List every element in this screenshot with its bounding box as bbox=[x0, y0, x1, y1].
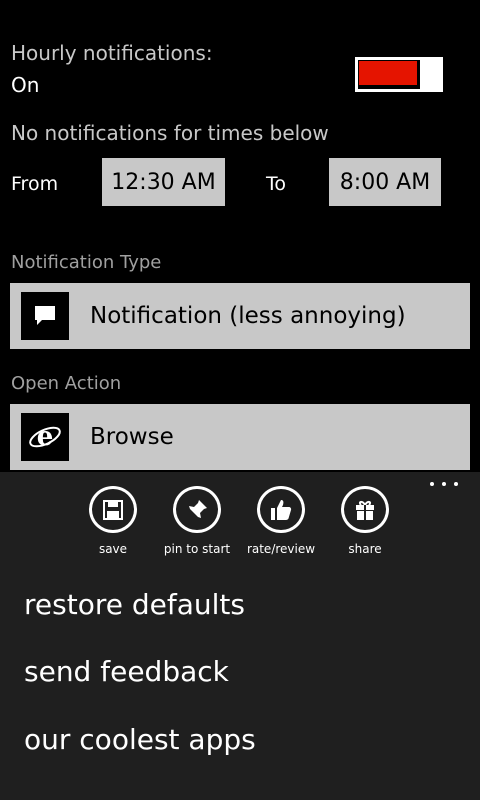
from-label: From bbox=[11, 173, 59, 195]
pin-to-start-button[interactable]: pin to start bbox=[152, 486, 242, 556]
pin-to-start-label: pin to start bbox=[163, 542, 231, 556]
menu-item-send-feedback[interactable]: send feedback bbox=[24, 655, 229, 688]
rate-review-button[interactable]: rate/review bbox=[236, 486, 326, 556]
notification-type-value: Notification (less annoying) bbox=[90, 303, 406, 329]
svg-text:e: e bbox=[37, 422, 54, 452]
to-time-picker[interactable]: 8:00 AM bbox=[329, 158, 441, 206]
toggle-fill bbox=[359, 61, 417, 85]
toggle-thumb[interactable] bbox=[423, 57, 443, 92]
hourly-notifications-value: On bbox=[11, 73, 40, 97]
notification-type-heading: Notification Type bbox=[11, 252, 162, 273]
save-label: save bbox=[98, 542, 128, 556]
speech-bubble-icon bbox=[21, 292, 69, 340]
hourly-notifications-toggle[interactable] bbox=[355, 57, 445, 92]
save-icon bbox=[89, 486, 137, 533]
thumbs-up-icon bbox=[257, 486, 305, 533]
open-action-heading: Open Action bbox=[11, 373, 122, 394]
hourly-notifications-label: Hourly notifications: bbox=[11, 41, 213, 65]
save-button[interactable]: save bbox=[68, 486, 158, 556]
ellipsis-dot bbox=[454, 482, 458, 486]
rate-review-label: rate/review bbox=[246, 542, 316, 556]
share-label: share bbox=[348, 542, 382, 556]
notification-type-picker[interactable]: Notification (less annoying) bbox=[10, 283, 470, 349]
open-action-value: Browse bbox=[90, 424, 174, 450]
more-options-ellipsis[interactable] bbox=[430, 482, 458, 490]
ellipsis-dot bbox=[442, 482, 446, 486]
internet-explorer-icon: e bbox=[21, 413, 69, 461]
share-button[interactable]: share bbox=[320, 486, 410, 556]
menu-item-our-coolest-apps[interactable]: our coolest apps bbox=[24, 723, 256, 756]
ellipsis-dot bbox=[430, 482, 434, 486]
from-time-picker[interactable]: 12:30 AM bbox=[102, 158, 225, 206]
to-label: To bbox=[266, 173, 287, 195]
menu-item-restore-defaults[interactable]: restore defaults bbox=[24, 588, 245, 621]
quiet-hours-heading: No notifications for times below bbox=[11, 121, 329, 145]
pin-icon bbox=[173, 486, 221, 533]
gift-icon bbox=[341, 486, 389, 533]
open-action-picker[interactable]: e Browse bbox=[10, 404, 470, 470]
